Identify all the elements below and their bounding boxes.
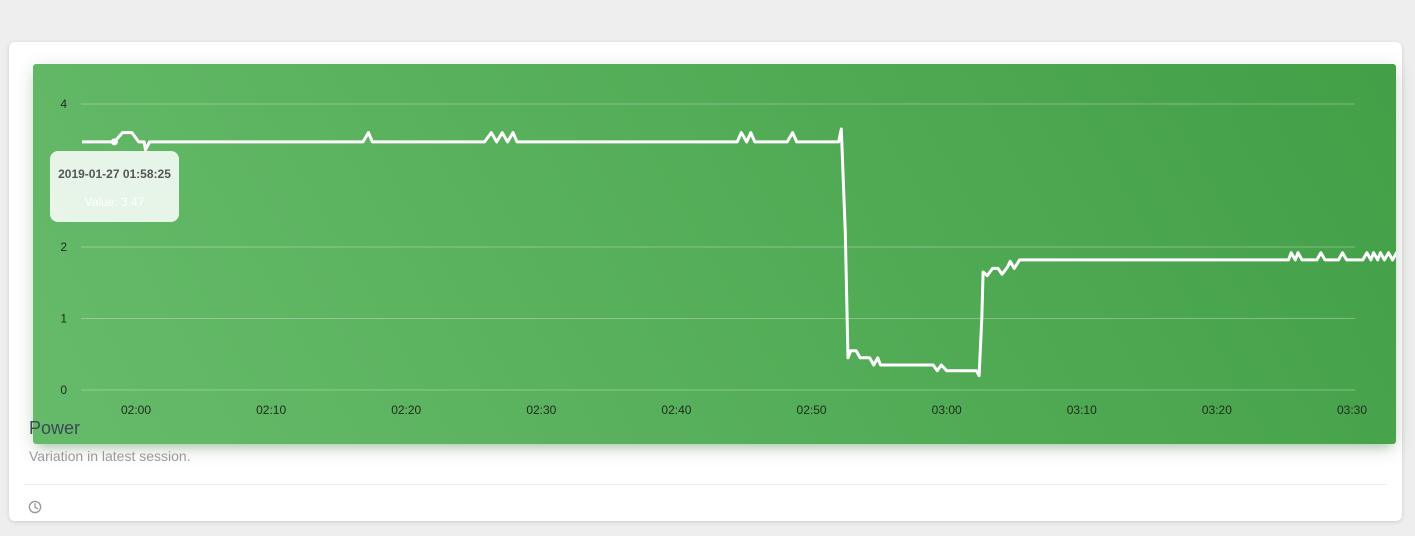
x-tick-label: 03:30 [1337, 403, 1367, 417]
clock-icon [28, 500, 42, 514]
x-tick-label: 02:40 [661, 403, 691, 417]
x-tick-label: 02:30 [526, 403, 556, 417]
x-tick-label: 03:00 [932, 403, 962, 417]
card-footer [24, 484, 1387, 521]
x-tick-label: 03:20 [1202, 403, 1232, 417]
y-tick-label: 2 [60, 240, 67, 254]
y-tick-label: 0 [60, 383, 67, 397]
x-tick-label: 03:10 [1067, 403, 1097, 417]
tooltip-date: 2019-01-27 01:58:25 [58, 167, 171, 181]
x-tick-label: 02:00 [121, 403, 151, 417]
tooltip-value: Value: 3.47 [84, 195, 145, 209]
x-tick-label: 02:20 [391, 403, 421, 417]
power-line-chart: 0 1 2 4 02:00 02:10 02:20 02:30 02:40 02:50 03:00… [60, 97, 1396, 417]
card-title: Power [29, 418, 81, 438]
hover-data-point[interactable] [110, 138, 118, 146]
card-category: Variation in latest session. [29, 448, 191, 464]
chart-tooltip: 2019-01-27 01:58:25 Value: 3.47 [50, 151, 179, 222]
y-tick-label: 1 [60, 312, 67, 326]
chart-header: 0 1 2 4 02:00 02:10 02:20 02:30 02:40 02:50 03:00… [33, 64, 1396, 444]
power-series-line [82, 127, 1396, 378]
power-chart-card: 0 1 2 4 02:00 02:10 02:20 02:30 02:40 02:50 03:00… [9, 42, 1402, 521]
y-tick-label: 4 [60, 97, 67, 111]
x-tick-label: 02:10 [256, 403, 286, 417]
x-tick-label: 02:50 [797, 403, 827, 417]
